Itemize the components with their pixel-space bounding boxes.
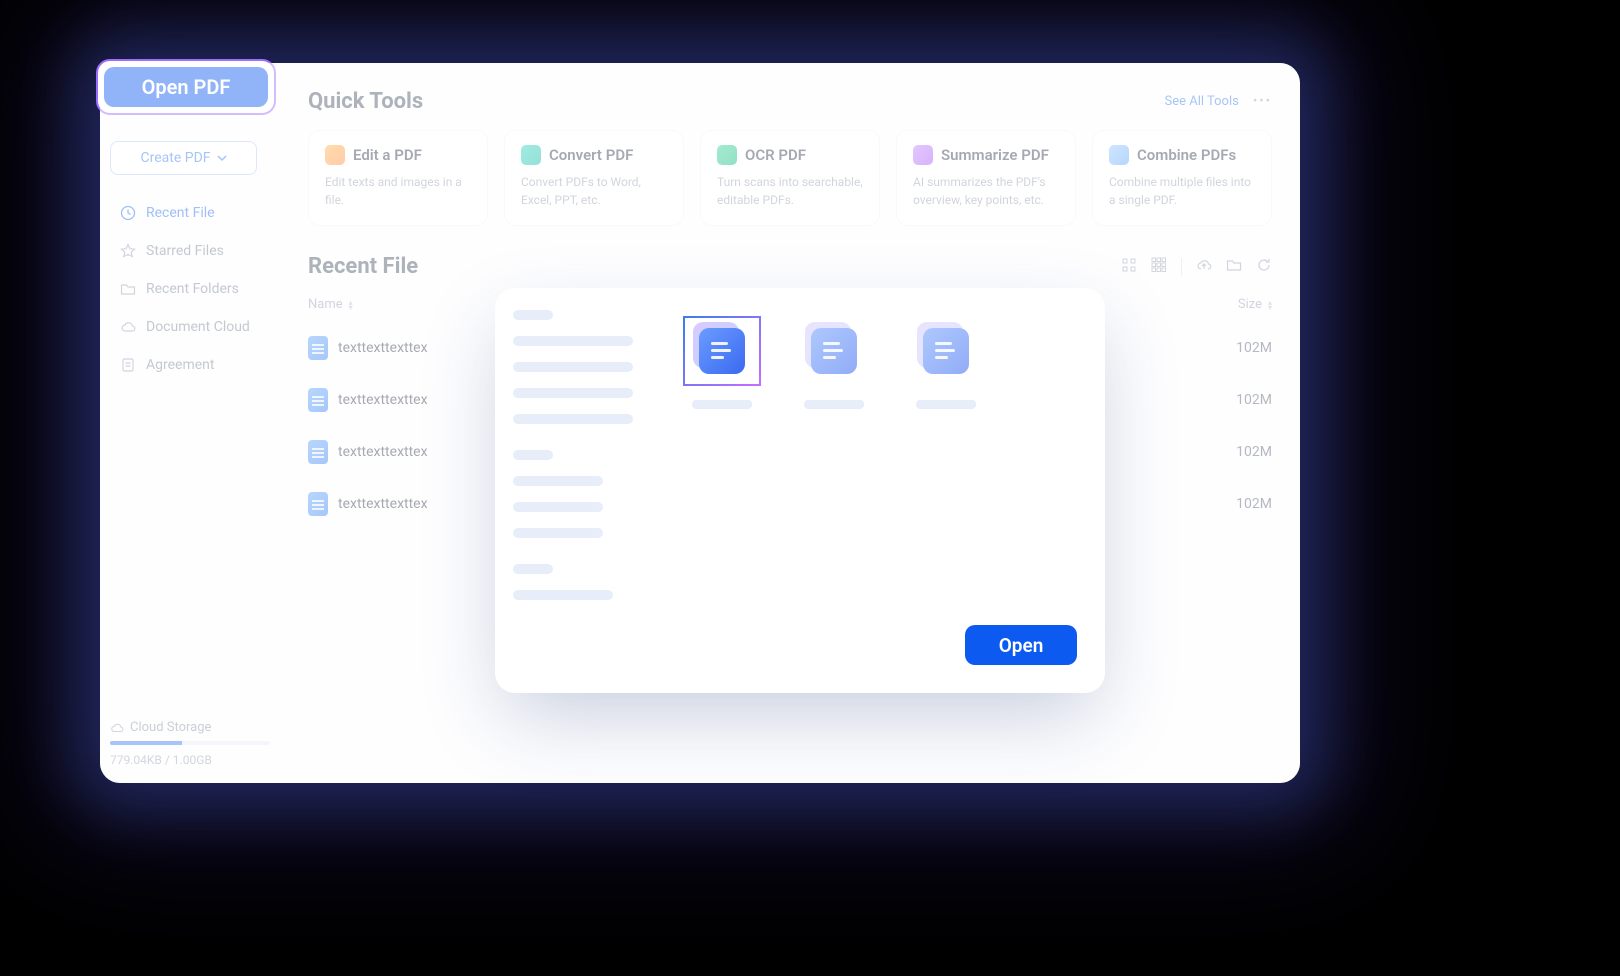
sort-icon[interactable]: ▴▾ (1268, 300, 1272, 310)
file-picker-modal: Open (495, 288, 1105, 693)
picker-content: Open (655, 288, 1105, 693)
tool-desc: AI summarizes the PDF's overview, key po… (913, 173, 1059, 209)
skeleton-caption (916, 400, 976, 409)
clock-icon (120, 205, 136, 221)
edit-icon (325, 145, 345, 165)
file-icon (308, 388, 328, 412)
skeleton-line (513, 450, 553, 460)
file-icon (308, 336, 328, 360)
open-pdf-highlight-frame: Open PDF (96, 59, 276, 115)
skeleton-line (513, 590, 613, 600)
refresh-icon[interactable] (1256, 257, 1272, 277)
tool-title: Convert PDF (549, 146, 633, 164)
file-icon (308, 440, 328, 464)
tool-edit-pdf[interactable]: Edit a PDF Edit texts and images in a fi… (308, 130, 488, 226)
tool-combine-pdfs[interactable]: Combine PDFs Combine multiple files into… (1092, 130, 1272, 226)
ocr-icon (717, 145, 737, 165)
tool-title: OCR PDF (745, 146, 806, 164)
open-button[interactable]: Open (965, 625, 1077, 665)
sidebar-item-label: Agreement (146, 357, 214, 373)
skeleton-line (513, 388, 633, 398)
skeleton-line (513, 414, 633, 424)
more-options-icon[interactable]: ••• (1253, 94, 1272, 109)
see-all-tools-link[interactable]: See All Tools (1164, 94, 1238, 109)
file-thumbnail[interactable] (795, 316, 873, 409)
tool-desc: Convert PDFs to Word, Excel, PPT, etc. (521, 173, 667, 209)
sidebar-item-agreement[interactable]: Agreement (110, 349, 270, 381)
sidebar-item-document-cloud[interactable]: Document Cloud (110, 311, 270, 343)
col-size-label[interactable]: Size (1238, 297, 1262, 312)
storage-progress-bar (110, 741, 270, 745)
file-size: 102M (1202, 496, 1272, 512)
folder-icon (120, 281, 136, 297)
sidebar-item-label: Recent Folders (146, 281, 239, 297)
create-pdf-label: Create PDF (141, 150, 211, 166)
sidebar-item-recent-file[interactable]: Recent File (110, 197, 270, 229)
tool-title: Combine PDFs (1137, 146, 1236, 164)
file-thumbnail[interactable] (907, 316, 985, 409)
skeleton-line (513, 476, 603, 486)
skeleton-line (513, 336, 633, 346)
skeleton-caption (804, 400, 864, 409)
sidebar-item-recent-folders[interactable]: Recent Folders (110, 273, 270, 305)
recent-file-title: Recent File (308, 254, 418, 279)
combine-icon (1109, 145, 1129, 165)
sidebar-item-starred-files[interactable]: Starred Files (110, 235, 270, 267)
tool-title: Summarize PDF (941, 146, 1049, 164)
sidebar-item-label: Recent File (146, 205, 215, 221)
tool-ocr-pdf[interactable]: OCR PDF Turn scans into searchable, edit… (700, 130, 880, 226)
view-controls (1121, 257, 1272, 277)
sort-icon[interactable]: ▴▾ (349, 300, 353, 310)
doc-icon (120, 357, 136, 373)
open-folder-icon[interactable] (1226, 257, 1242, 277)
file-size: 102M (1202, 340, 1272, 356)
open-pdf-button[interactable]: Open PDF (104, 67, 268, 107)
file-size: 102M (1202, 444, 1272, 460)
view-grid-icon[interactable] (1151, 257, 1167, 277)
sidebar-item-label: Starred Files (146, 243, 224, 259)
skeleton-caption (692, 400, 752, 409)
chevron-down-icon (217, 153, 227, 163)
summarize-icon (913, 145, 933, 165)
file-size: 102M (1202, 392, 1272, 408)
cloud-icon (120, 319, 136, 335)
col-name-label[interactable]: Name (308, 297, 343, 312)
view-list-icon[interactable] (1121, 257, 1137, 277)
quick-tools-title: Quick Tools (308, 89, 423, 114)
cloud-icon (110, 721, 124, 735)
tool-desc: Edit texts and images in a file. (325, 173, 471, 209)
storage-usage-text: 779.04KB / 1.00GB (110, 753, 270, 767)
skeleton-line (513, 502, 603, 512)
sidebar: Open PDF Create PDF Recent File Starred … (100, 63, 280, 783)
tool-desc: Turn scans into searchable, editable PDF… (717, 173, 863, 209)
tool-desc: Combine multiple files into a single PDF… (1109, 173, 1255, 209)
tool-summarize-pdf[interactable]: Summarize PDF AI summarizes the PDF's ov… (896, 130, 1076, 226)
file-thumbnail-selected[interactable] (683, 316, 761, 409)
cloud-storage-widget: Cloud Storage 779.04KB / 1.00GB (110, 720, 270, 767)
divider (1181, 258, 1182, 276)
create-pdf-button[interactable]: Create PDF (110, 141, 257, 175)
file-icon (308, 492, 328, 516)
skeleton-line (513, 564, 553, 574)
app-window: Open PDF Create PDF Recent File Starred … (100, 63, 1300, 783)
cloud-storage-label: Cloud Storage (130, 720, 211, 735)
sidebar-nav: Recent File Starred Files Recent Folders… (110, 197, 270, 381)
tool-title: Edit a PDF (353, 146, 422, 164)
quick-tools-list: Edit a PDF Edit texts and images in a fi… (308, 130, 1272, 226)
skeleton-line (513, 362, 633, 372)
sidebar-item-label: Document Cloud (146, 319, 250, 335)
star-icon (120, 243, 136, 259)
skeleton-line (513, 310, 553, 320)
convert-icon (521, 145, 541, 165)
file-thumbnails (683, 316, 1077, 409)
upload-cloud-icon[interactable] (1196, 257, 1212, 277)
picker-sidebar (495, 288, 655, 693)
tool-convert-pdf[interactable]: Convert PDF Convert PDFs to Word, Excel,… (504, 130, 684, 226)
skeleton-line (513, 528, 603, 538)
